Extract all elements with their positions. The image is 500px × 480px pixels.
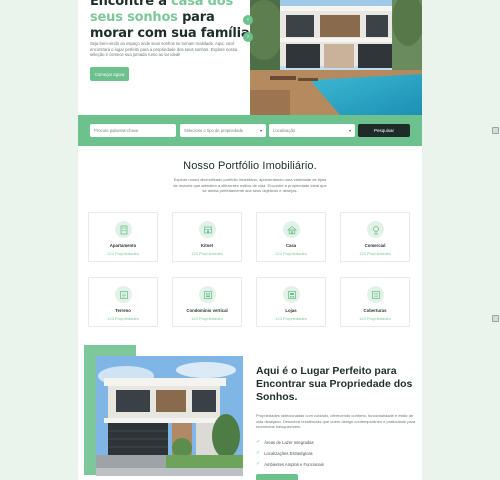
card-count: 123 Propriedades bbox=[359, 316, 391, 321]
property-card-condominio-vertical[interactable]: Condominio vertical 123 Propriedades bbox=[172, 277, 242, 327]
apartment-icon bbox=[115, 221, 132, 238]
card-name: Casa bbox=[285, 243, 297, 248]
feature-label: Áreas de Lazer Integradas bbox=[264, 439, 314, 445]
keyword-search-input[interactable]: Procure palavras-chave bbox=[90, 124, 176, 137]
about-house-image bbox=[96, 356, 243, 476]
card-name: Coberturas bbox=[363, 308, 387, 313]
property-card-casa[interactable]: Casa 123 Propriedades bbox=[256, 212, 326, 262]
hero-title-start: Encontre a bbox=[90, 0, 167, 9]
property-card-terreno[interactable]: Terreno 123 Propriedades bbox=[88, 277, 158, 327]
property-type-placeholder: Selecione o tipo de propriedade bbox=[184, 128, 244, 133]
check-icon: ✓ bbox=[256, 439, 261, 445]
start-now-button[interactable]: Começar agora bbox=[90, 67, 129, 81]
carousel-next-button[interactable]: › bbox=[243, 32, 253, 42]
card-count: 123 Propriedades bbox=[191, 251, 223, 256]
portfolio-title: Nosso Portfólio Imobiliário. bbox=[183, 160, 317, 172]
card-count: 123 Propriedades bbox=[275, 316, 307, 321]
scroll-handle[interactable] bbox=[492, 127, 499, 134]
card-name: Comercial bbox=[364, 243, 386, 248]
card-count: 123 Propriedades bbox=[359, 251, 391, 256]
about-title: Aqui é o Lugar Perfeito para Encontrar s… bbox=[256, 365, 413, 403]
card-count: 123 Propriedades bbox=[275, 251, 307, 256]
landing-page: Encontre a casa dos seus sonhos para mor… bbox=[78, 0, 422, 480]
house-icon bbox=[283, 221, 300, 238]
check-icon: ✓ bbox=[256, 450, 261, 456]
chevron-down-icon: ▾ bbox=[259, 128, 262, 133]
feature-label: Localizações Estratégicas bbox=[264, 450, 313, 456]
feature-item: ✓ Ambientes Amplos e Funcionais bbox=[256, 461, 324, 467]
store-icon bbox=[283, 286, 300, 303]
property-type-select[interactable]: Selecione o tipo de propriedade ▾ bbox=[180, 124, 266, 137]
chevron-right-icon: › bbox=[247, 34, 249, 40]
search-button[interactable]: Pesquisar bbox=[358, 124, 410, 137]
property-card-comercial[interactable]: Comercial 123 Propriedades bbox=[340, 212, 410, 262]
land-icon bbox=[115, 286, 132, 303]
card-name: Terreno bbox=[115, 308, 131, 313]
card-name: Lojas bbox=[285, 308, 297, 313]
hero-title: Encontre a casa dos seus sonhos para mor… bbox=[90, 0, 260, 42]
hero-section: Encontre a casa dos seus sonhos para mor… bbox=[78, 0, 422, 115]
card-name: Condominio vertical bbox=[186, 308, 228, 313]
search-bar: Procure palavras-chave Selecione o tipo … bbox=[78, 115, 422, 146]
card-count: 123 Propriedades bbox=[107, 316, 139, 321]
check-icon: ✓ bbox=[256, 461, 261, 467]
card-count: 123 Propriedades bbox=[107, 251, 139, 256]
carousel-prev-button[interactable]: ‹ bbox=[243, 15, 253, 25]
kitnet-icon bbox=[199, 221, 216, 238]
card-name: Kitnet bbox=[200, 243, 214, 248]
feature-label: Ambientes Amplos e Funcionais bbox=[264, 461, 324, 467]
card-count: 123 Propriedades bbox=[191, 316, 223, 321]
condo-icon bbox=[199, 286, 216, 303]
scroll-handle[interactable] bbox=[492, 315, 499, 322]
hero-house-image bbox=[250, 0, 422, 115]
property-card-lojas[interactable]: Lojas 123 Propriedades bbox=[256, 277, 326, 327]
property-card-coberturas[interactable]: Coberturas 123 Propriedades bbox=[340, 277, 410, 327]
keyword-placeholder: Procure palavras-chave bbox=[94, 128, 139, 133]
card-name: Apartamento bbox=[109, 243, 137, 248]
chevron-down-icon: ▾ bbox=[348, 128, 351, 133]
property-card-apartamento[interactable]: Apartamento 123 Propriedades bbox=[88, 212, 158, 262]
penthouse-icon bbox=[367, 286, 384, 303]
location-placeholder: Localização bbox=[273, 128, 296, 133]
chevron-left-icon: ‹ bbox=[247, 17, 249, 23]
about-description: Propriedades selecionadas com cuidado, o… bbox=[256, 413, 416, 430]
commercial-icon bbox=[367, 221, 384, 238]
feature-item: ✓ Localizações Estratégicas bbox=[256, 450, 313, 456]
property-card-kitnet[interactable]: Kitnet 123 Propriedades bbox=[172, 212, 242, 262]
portfolio-description: Explore nosso diversificado portfólio im… bbox=[173, 177, 327, 194]
about-cta-button[interactable] bbox=[256, 474, 298, 480]
location-select[interactable]: Localização ▾ bbox=[269, 124, 355, 137]
feature-item: ✓ Áreas de Lazer Integradas bbox=[256, 439, 314, 445]
hero-description: Seja bem-vindo ao espaço onde seus sonho… bbox=[90, 41, 238, 58]
